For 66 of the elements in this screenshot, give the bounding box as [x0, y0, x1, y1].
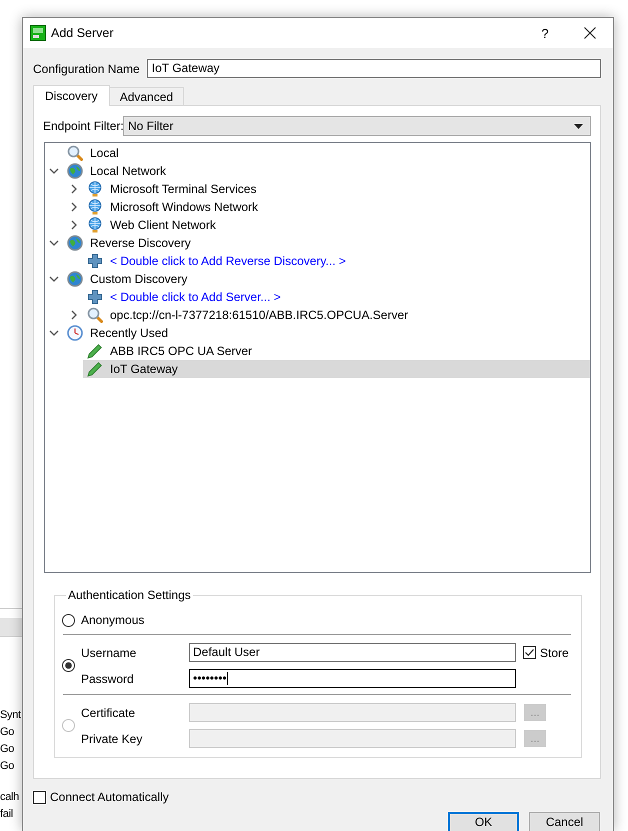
log-text: fail	[0, 807, 13, 822]
pencil-icon	[87, 361, 103, 377]
log-text: Go	[0, 725, 14, 740]
tree-item[interactable]: Custom Discovery	[63, 270, 590, 288]
checkbox-label: Store	[540, 646, 569, 660]
field-label: Endpoint Filter:	[43, 119, 123, 133]
close-icon[interactable]	[584, 27, 596, 39]
tree-item[interactable]: Web Client Network	[83, 216, 590, 234]
window-title: Add Server	[51, 26, 115, 40]
tree-item[interactable]: Local Network	[63, 162, 590, 180]
tree-item[interactable]: Microsoft Terminal Services	[83, 180, 590, 198]
log-text: Go	[0, 742, 14, 757]
log-text: Synt	[0, 708, 21, 723]
globe-icon	[67, 163, 83, 179]
tree-item[interactable]: Recently Used	[63, 324, 590, 342]
chevron-down-icon[interactable]	[49, 274, 59, 284]
checkbox[interactable]	[33, 790, 46, 804]
dropdown-arrow-icon	[574, 124, 583, 128]
field-label: Private Key	[81, 732, 144, 746]
tree-link[interactable]: < Double click to Add Reverse Discovery... >	[83, 252, 590, 270]
radio-label: Anonymous	[81, 613, 144, 627]
help-button[interactable]: ?	[535, 22, 555, 44]
globe-stand-icon	[87, 217, 103, 233]
chevron-right-icon[interactable]	[69, 310, 79, 320]
search-icon	[87, 307, 103, 323]
group-title: Authentication Settings	[67, 588, 192, 602]
endpoint-filter-dropdown[interactable]: No Filter	[123, 116, 591, 136]
search-icon	[67, 145, 83, 161]
chevron-right-icon[interactable]	[69, 184, 79, 194]
tree-item[interactable]: Reverse Discovery	[63, 234, 590, 252]
tab[interactable]: Discovery	[33, 85, 110, 106]
tree-item[interactable]: Microsoft Windows Network	[83, 198, 590, 216]
chevron-down-icon[interactable]	[49, 328, 59, 338]
globe-stand-icon	[87, 199, 103, 215]
tree-link[interactable]: < Double click to Add Server... >	[83, 288, 590, 306]
cancel-button[interactable]: Cancel	[529, 812, 600, 831]
text-field[interactable]: ••••••••	[189, 669, 516, 688]
chevron-down-icon[interactable]	[49, 166, 59, 176]
clock-icon	[67, 325, 83, 341]
checkbox[interactable]	[523, 646, 536, 659]
field-label: Username	[81, 646, 138, 660]
chevron-right-icon[interactable]	[69, 202, 79, 212]
radio-button[interactable]	[62, 659, 75, 672]
plus-icon	[87, 253, 103, 269]
chevron-right-icon[interactable]	[69, 220, 79, 230]
field-label: Password	[81, 672, 135, 686]
globe-stand-icon	[87, 181, 103, 197]
tree-item[interactable]: ABB IRC5 OPC UA Server	[83, 342, 590, 360]
chevron-down-icon[interactable]	[49, 238, 59, 248]
configuration-name-field[interactable]: IoT Gateway	[146, 59, 601, 78]
field-label: Certificate	[81, 706, 136, 720]
tab[interactable]: Advanced	[108, 87, 184, 105]
app-icon	[30, 25, 46, 41]
ok-button[interactable]: OK	[448, 812, 519, 831]
log-text: Go	[0, 759, 14, 774]
checkbox-label: Connect Automatically	[50, 790, 169, 804]
text-field[interactable]: Default User	[189, 643, 516, 662]
tree-item[interactable]: Local	[63, 144, 590, 162]
field-label: Configuration Name	[33, 62, 140, 76]
globe-icon	[67, 271, 83, 287]
radio-button[interactable]	[62, 614, 75, 626]
tree-item[interactable]: IoT Gateway	[83, 360, 590, 378]
log-text: calh	[0, 790, 19, 805]
plus-icon	[87, 289, 103, 305]
tree-item[interactable]: opc.tcp://cn-l-7377218:61510/ABB.IRC5.OPCUA.Server	[83, 306, 590, 324]
globe-icon	[67, 235, 83, 251]
